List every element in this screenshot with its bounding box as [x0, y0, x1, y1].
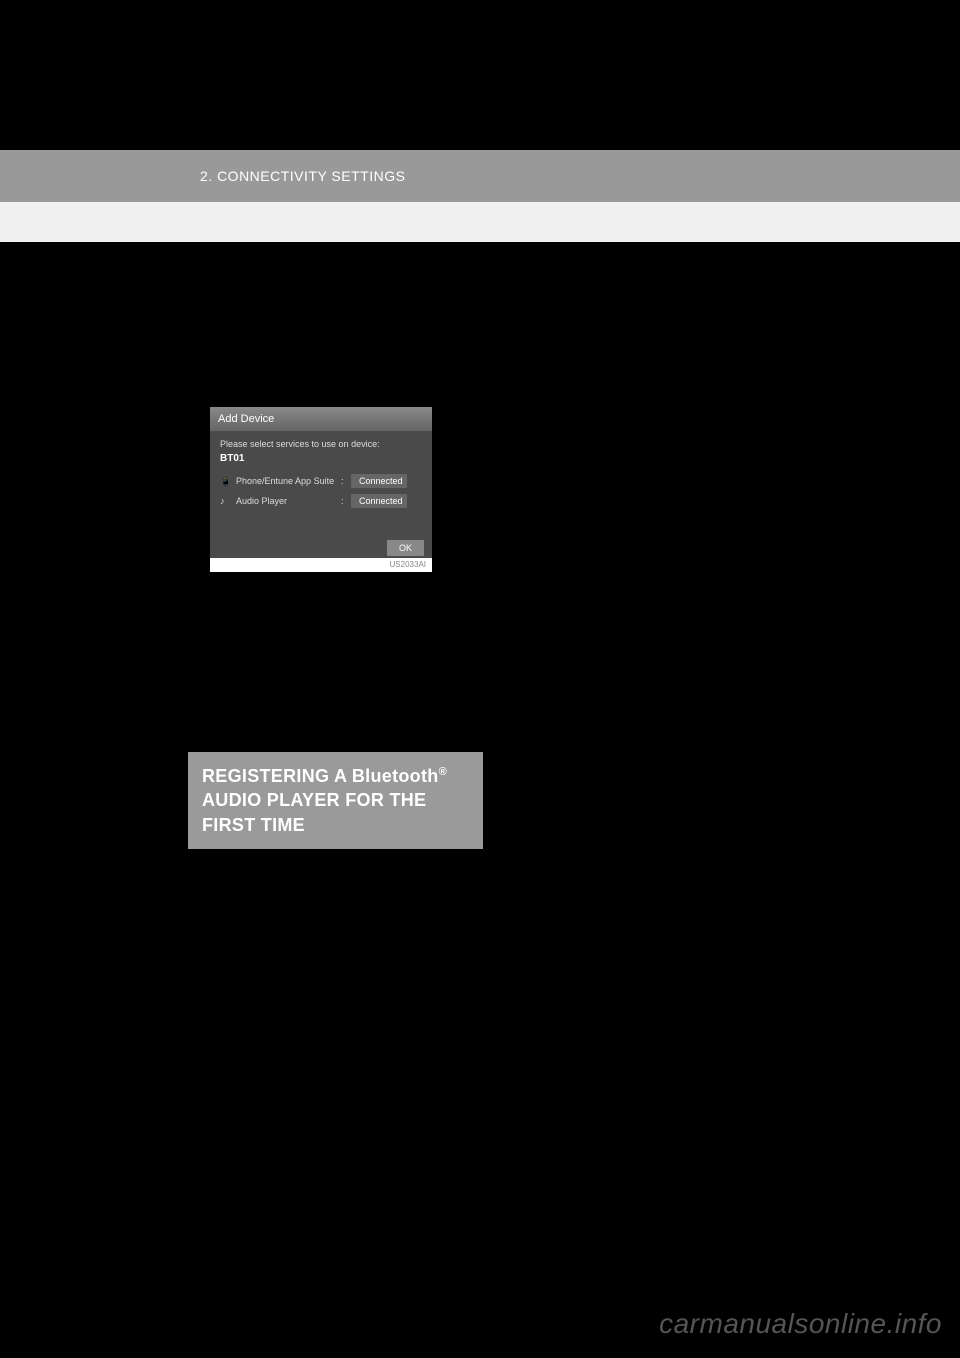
content-area: Add Device Please select services to use…	[0, 242, 960, 262]
screenshot-title-bar: Add Device	[210, 407, 432, 431]
heading-line-1: REGISTERING A Bluetooth	[202, 766, 439, 786]
section-heading-text: REGISTERING A Bluetooth® AUDIO PLAYER FO…	[202, 764, 469, 837]
section-header-label: 2. CONNECTIVITY SETTINGS	[200, 168, 405, 184]
section-header-bar: 2. CONNECTIVITY SETTINGS	[0, 150, 960, 202]
registered-symbol: ®	[439, 766, 447, 778]
subheader-bar	[0, 202, 960, 242]
service-row[interactable]: ♪ Audio Player : Connected	[220, 494, 422, 508]
manual-page: 2. CONNECTIVITY SETTINGS Add Device Plea…	[0, 150, 960, 262]
watermark: carmanualsonline.info	[659, 1308, 942, 1340]
service-status-badge[interactable]: Connected	[351, 474, 407, 488]
prompt-text: Please select services to use on device:	[220, 439, 422, 451]
phone-icon: 📱	[220, 476, 230, 486]
heading-line-2: AUDIO PLAYER FOR THE FIRST TIME	[202, 790, 426, 834]
service-row[interactable]: 📱 Phone/Entune App Suite : Connected	[220, 474, 422, 488]
service-name: Phone/Entune App Suite	[236, 476, 341, 486]
separator: :	[341, 496, 351, 506]
music-icon: ♪	[220, 496, 230, 506]
reference-code: US2033AI	[210, 558, 432, 572]
separator: :	[341, 476, 351, 486]
ok-button[interactable]: OK	[387, 540, 424, 556]
add-device-screenshot: Add Device Please select services to use…	[210, 407, 432, 572]
screenshot-body: Please select services to use on device:…	[210, 431, 432, 556]
screenshot-title: Add Device	[218, 413, 274, 425]
section-heading-box: REGISTERING A Bluetooth® AUDIO PLAYER FO…	[188, 752, 483, 849]
service-name: Audio Player	[236, 496, 341, 506]
device-name: BT01	[220, 453, 422, 464]
service-status-badge[interactable]: Connected	[351, 494, 407, 508]
